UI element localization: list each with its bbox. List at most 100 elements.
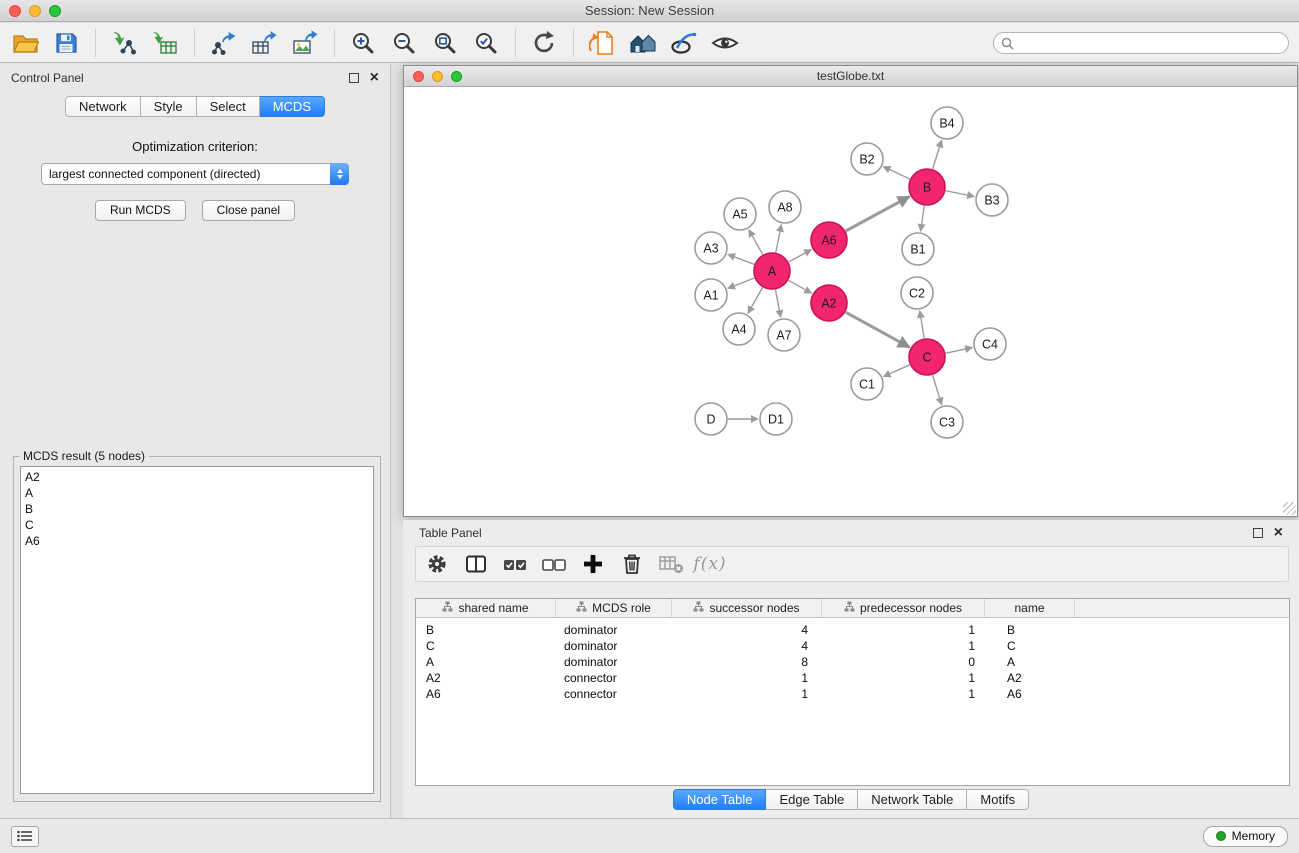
mcds-result-item[interactable]: A [21, 485, 373, 501]
graph-node-A5[interactable]: A5 [724, 198, 756, 230]
column-header-name[interactable]: name [985, 599, 1075, 617]
graph-edge[interactable] [748, 288, 763, 314]
mcds-result-item[interactable]: A6 [21, 533, 373, 549]
graph-node-A7[interactable]: A7 [768, 319, 800, 351]
zoom-icon[interactable] [49, 5, 61, 17]
network-graph[interactable]: B4 B2 B B3 A5 A8 A6 A3 B1 A A1 C2 A2 A4 A7 C4 C C1 C3 D D1 [404, 87, 1297, 516]
delete-row-icon[interactable] [619, 551, 645, 577]
graph-node-D1[interactable]: D1 [760, 403, 792, 435]
graph-edge[interactable] [846, 312, 910, 347]
float-icon[interactable] [1253, 528, 1263, 538]
node-table-body[interactable]: Bdominator41BCdominator41CAdominator80AA… [416, 618, 1289, 785]
zoom-out-icon[interactable] [389, 28, 419, 58]
run-mcds-button[interactable]: Run MCDS [95, 200, 186, 221]
minimize-icon[interactable] [29, 5, 41, 17]
graph-edge[interactable] [728, 254, 754, 264]
search-input[interactable] [993, 32, 1289, 54]
graph-edge[interactable] [933, 140, 942, 169]
graph-node-C1[interactable]: C1 [851, 368, 883, 400]
criterion-dropdown[interactable]: largest connected component (directed) [41, 163, 349, 185]
gear-icon[interactable] [424, 551, 450, 577]
graph-node-B1[interactable]: B1 [902, 233, 934, 265]
tab-mcds[interactable]: MCDS [260, 96, 325, 117]
table-row[interactable]: Bdominator41B [416, 622, 1289, 638]
table-row[interactable]: A2connector11A2 [416, 670, 1289, 686]
column-header-successor-nodes[interactable]: successor nodes [672, 599, 822, 617]
table-row[interactable]: Cdominator41C [416, 638, 1289, 654]
graph-edge[interactable] [789, 250, 812, 262]
float-icon[interactable] [349, 73, 359, 83]
graph-node-A2[interactable]: A2 [811, 285, 847, 321]
save-session-icon[interactable] [51, 28, 81, 58]
graph-edge[interactable] [846, 197, 910, 232]
mcds-result-list[interactable]: A2ABCA6 [20, 466, 374, 794]
delete-table-icon[interactable] [658, 551, 684, 577]
tab-style[interactable]: Style [141, 96, 197, 117]
column-header-predecessor-nodes[interactable]: predecessor nodes [822, 599, 985, 617]
graph-node-D[interactable]: D [695, 403, 727, 435]
zoom-selected-icon[interactable] [471, 28, 501, 58]
graph-edge[interactable] [946, 191, 975, 197]
mcds-result-item[interactable]: B [21, 501, 373, 517]
graph-edge[interactable] [789, 280, 812, 293]
graph-edge[interactable] [776, 290, 781, 318]
apply-layout-icon[interactable] [529, 28, 559, 58]
close-panel-button[interactable]: Close panel [202, 200, 295, 221]
graph-node-C4[interactable]: C4 [974, 328, 1006, 360]
export-network-icon[interactable] [208, 28, 238, 58]
graph-edge[interactable] [883, 167, 910, 179]
column-header-shared-name[interactable]: shared name [416, 599, 556, 617]
task-list-icon[interactable] [11, 826, 39, 847]
graph-node-A6[interactable]: A6 [811, 222, 847, 258]
column-header-mcds-role[interactable]: MCDS role [556, 599, 672, 617]
graph-edge[interactable] [933, 375, 942, 405]
graph-node-C2[interactable]: C2 [901, 277, 933, 309]
graph-node-A1[interactable]: A1 [695, 279, 727, 311]
tab-motifs[interactable]: Motifs [967, 789, 1029, 810]
network-canvas[interactable]: B4 B2 B B3 A5 A8 A6 A3 B1 A A1 C2 A2 A4 A7 C4 C C1 C3 D D1 [404, 87, 1297, 516]
mcds-result-item[interactable]: C [21, 517, 373, 533]
graph-node-B[interactable]: B [909, 169, 945, 205]
close-icon[interactable] [413, 71, 424, 82]
graph-node-A3[interactable]: A3 [695, 232, 727, 264]
eye-icon[interactable] [710, 28, 740, 58]
graph-node-B3[interactable]: B3 [976, 184, 1008, 216]
add-row-icon[interactable] [580, 551, 606, 577]
graph-node-A4[interactable]: A4 [723, 313, 755, 345]
graph-edge[interactable] [749, 230, 763, 255]
select-all-icon[interactable] [502, 551, 528, 577]
close-icon[interactable]: × [1274, 527, 1283, 539]
memory-button[interactable]: Memory [1203, 826, 1288, 847]
tab-edge-table[interactable]: Edge Table [766, 789, 858, 810]
import-network-icon[interactable] [109, 28, 139, 58]
deselect-all-icon[interactable] [541, 551, 567, 577]
open-session-icon[interactable] [10, 28, 40, 58]
graph-edge[interactable] [946, 348, 973, 354]
graph-edge[interactable] [728, 278, 755, 288]
close-icon[interactable] [9, 5, 21, 17]
tab-node-table[interactable]: Node Table [673, 789, 767, 810]
session-document-icon[interactable] [587, 28, 617, 58]
resize-grip[interactable] [1283, 502, 1296, 515]
import-table-icon[interactable] [150, 28, 180, 58]
graph-edge[interactable] [920, 311, 924, 338]
table-row[interactable]: A6connector11A6 [416, 686, 1289, 702]
graph-node-C3[interactable]: C3 [931, 406, 963, 438]
close-icon[interactable]: × [370, 72, 379, 84]
graph-edge[interactable] [883, 365, 909, 377]
tab-network[interactable]: Network [65, 96, 141, 117]
graph-node-A[interactable]: A [754, 253, 790, 289]
column-chooser-icon[interactable] [463, 551, 489, 577]
tab-network-table[interactable]: Network Table [858, 789, 967, 810]
graph-node-C[interactable]: C [909, 339, 945, 375]
export-image-icon[interactable] [290, 28, 320, 58]
graph-node-B2[interactable]: B2 [851, 143, 883, 175]
graph-node-B4[interactable]: B4 [931, 107, 963, 139]
graph-edge[interactable] [921, 206, 925, 231]
paintbrush-icon[interactable] [669, 28, 699, 58]
function-builder-icon[interactable]: f(x) [697, 551, 723, 577]
graph-node-A8[interactable]: A8 [769, 191, 801, 223]
minimize-icon[interactable] [432, 71, 443, 82]
zoom-icon[interactable] [451, 71, 462, 82]
zoom-fit-icon[interactable] [430, 28, 460, 58]
